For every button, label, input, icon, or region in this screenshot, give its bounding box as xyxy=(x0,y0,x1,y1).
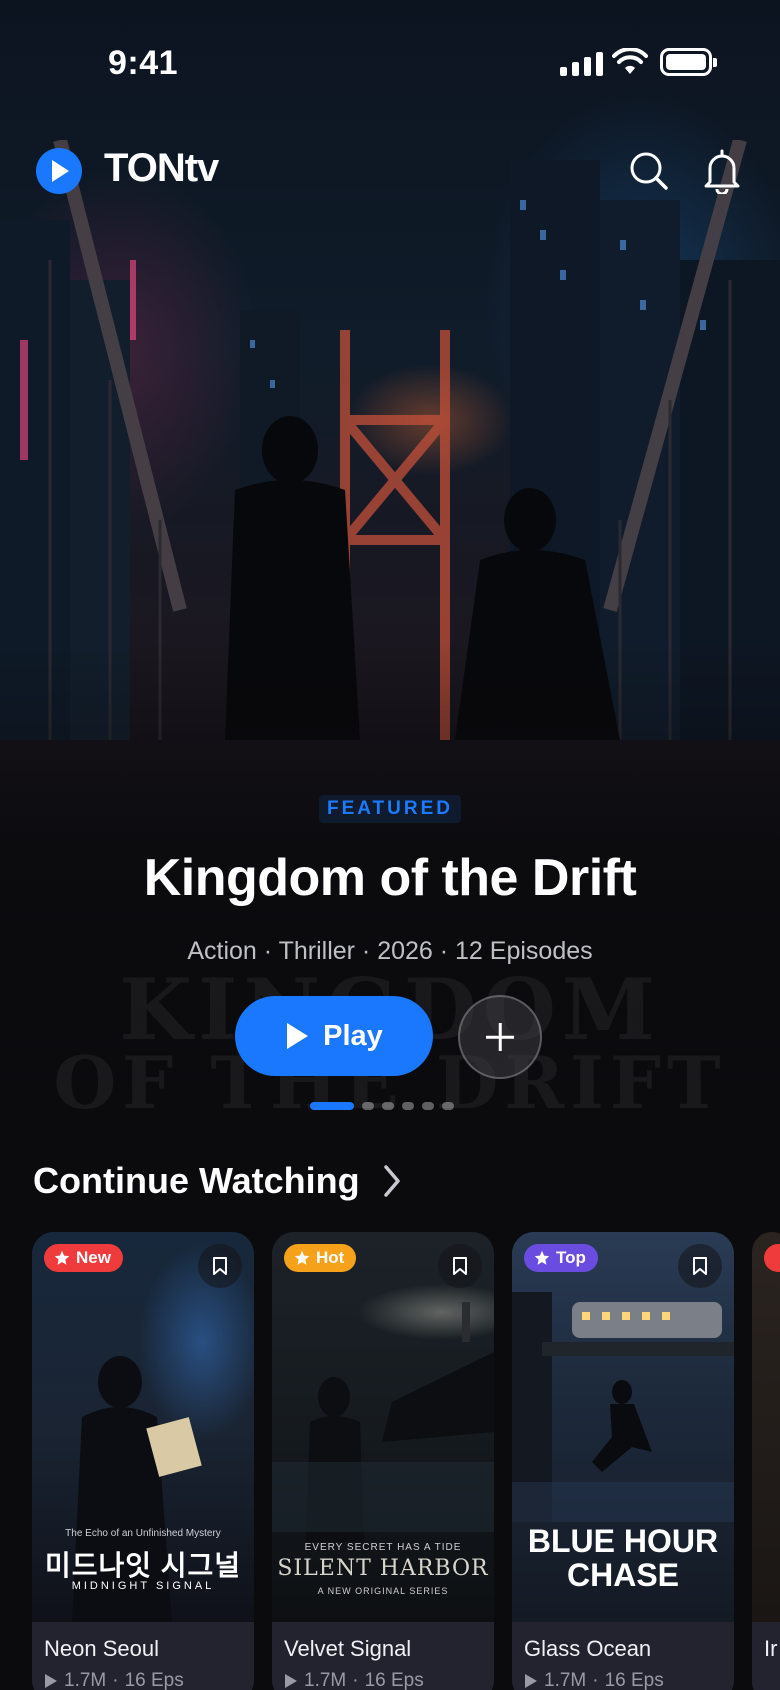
show-card[interactable]: The Echo of an Unfinished Mystery 미드나잇 시… xyxy=(32,1232,254,1690)
play-icon xyxy=(45,1674,57,1688)
continue-watching-list[interactable]: The Echo of an Unfinished Mystery 미드나잇 시… xyxy=(32,1232,780,1690)
status-time: 9:41 xyxy=(108,44,179,82)
show-card[interactable]: BLUE HOUR CHASE Top Glass Ocean 1.7M · 1… xyxy=(512,1232,734,1690)
play-icon xyxy=(285,1674,297,1688)
bookmark-icon xyxy=(213,1257,227,1275)
bookmark-button[interactable] xyxy=(198,1244,242,1288)
star-icon xyxy=(294,1250,310,1265)
show-info: Velvet Signal 1.7M · 16 Eps xyxy=(272,1622,494,1690)
bell-icon xyxy=(704,149,740,196)
app-brand-name[interactable]: TONtv xyxy=(104,146,219,191)
show-meta: 1.7M · 16 Eps xyxy=(524,1670,722,1690)
battery-icon xyxy=(660,48,717,76)
poster-subcaption: MIDNIGHT SIGNAL xyxy=(71,1580,215,1592)
poster-subcaption: A NEW ORIGINAL SERIES xyxy=(317,1586,449,1596)
play-logo-icon[interactable] xyxy=(36,148,82,194)
show-title: Glass Ocean xyxy=(524,1636,652,1661)
chevron-right-icon xyxy=(383,1165,400,1197)
show-episodes: 16 Eps xyxy=(604,1670,664,1690)
bookmark-button[interactable] xyxy=(438,1244,482,1288)
show-card[interactable]: Ir xyxy=(752,1232,780,1690)
search-button[interactable] xyxy=(626,148,672,194)
carousel-dot[interactable] xyxy=(310,1102,354,1110)
show-poster: BLUE HOUR CHASE xyxy=(512,1232,734,1622)
search-icon xyxy=(630,152,668,190)
show-poster xyxy=(752,1232,780,1622)
show-views: 1.7M xyxy=(64,1670,107,1690)
show-info: Glass Ocean 1.7M · 16 Eps xyxy=(512,1622,734,1690)
wifi-icon xyxy=(612,48,648,74)
play-button[interactable]: Play xyxy=(235,996,433,1076)
poster-caption: BLUE HOUR xyxy=(527,1523,719,1559)
poster-tagline: EVERY SECRET HAS A TIDE xyxy=(304,1542,462,1553)
show-poster: EVERY SECRET HAS A TIDE SILENT HARBOR A … xyxy=(272,1232,494,1622)
add-to-list-button[interactable] xyxy=(458,995,542,1079)
show-title: Velvet Signal xyxy=(284,1636,412,1661)
carousel-indicator xyxy=(310,1102,454,1110)
continue-watching-header[interactable]: Continue Watching xyxy=(33,1160,402,1202)
show-title: Neon Seoul xyxy=(44,1636,159,1661)
show-info: Ir xyxy=(752,1622,780,1690)
show-title: Ir xyxy=(764,1636,778,1661)
star-icon xyxy=(534,1250,550,1265)
show-poster: The Echo of an Unfinished Mystery 미드나잇 시… xyxy=(32,1232,254,1622)
poster-caption: 미드나잇 시그널 xyxy=(44,1550,242,1581)
show-meta: 1.7M · 16 Eps xyxy=(284,1670,482,1690)
carousel-dot[interactable] xyxy=(382,1102,394,1110)
status-badge: Top xyxy=(524,1244,598,1272)
show-episodes: 16 Eps xyxy=(364,1670,424,1690)
show-card[interactable]: EVERY SECRET HAS A TIDE SILENT HARBOR A … xyxy=(272,1232,494,1690)
status-bar: 9:41 xyxy=(0,40,780,90)
play-icon xyxy=(525,1674,537,1688)
show-views: 1.7M xyxy=(544,1670,587,1690)
show-info: Neon Seoul 1.7M · 16 Eps xyxy=(32,1622,254,1690)
carousel-dot[interactable] xyxy=(442,1102,454,1110)
bookmark-button[interactable] xyxy=(678,1244,722,1288)
status-badge: New xyxy=(44,1244,123,1272)
notifications-button[interactable] xyxy=(702,148,748,196)
carousel-dot[interactable] xyxy=(402,1102,414,1110)
carousel-dot[interactable] xyxy=(362,1102,374,1110)
poster-tagline: The Echo of an Unfinished Mystery xyxy=(65,1528,221,1539)
play-button-label: Play xyxy=(323,1019,383,1052)
section-title: Continue Watching xyxy=(33,1160,360,1201)
poster-subcaption: CHASE xyxy=(566,1557,679,1593)
bookmark-icon xyxy=(693,1257,707,1275)
show-episodes: 16 Eps xyxy=(124,1670,184,1690)
show-meta: 1.7M · 16 Eps xyxy=(44,1670,242,1690)
star-icon xyxy=(54,1250,70,1265)
featured-tag: FEATURED xyxy=(0,795,780,823)
poster-caption: SILENT HARBOR xyxy=(277,1556,489,1581)
play-icon xyxy=(287,1023,309,1049)
featured-meta: Action · Thriller · 2026 · 12 Episodes xyxy=(187,937,593,965)
show-views: 1.7M xyxy=(304,1670,347,1690)
bookmark-icon xyxy=(453,1257,467,1275)
status-badge: Hot xyxy=(284,1244,357,1272)
featured-title: Kingdom of the Drift xyxy=(143,849,637,907)
carousel-dot[interactable] xyxy=(422,1102,434,1110)
cellular-signal-icon xyxy=(560,52,603,76)
